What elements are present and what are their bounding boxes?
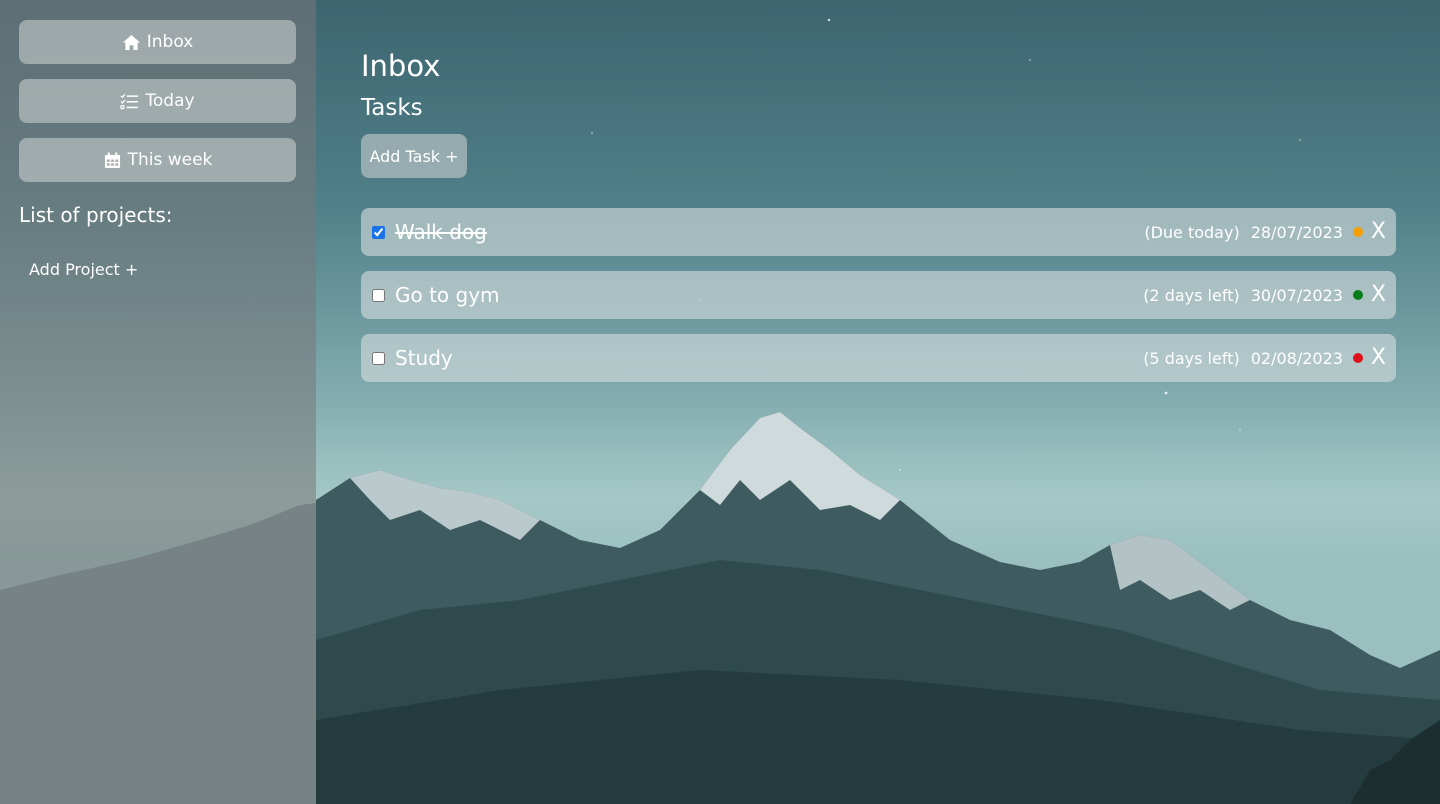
- delete-task-button[interactable]: X: [1371, 284, 1386, 306]
- task-time-remaining: (2 days left): [1143, 285, 1240, 305]
- task-due-date: 02/08/2023: [1250, 348, 1343, 368]
- task-complete-checkbox[interactable]: [372, 351, 385, 365]
- priority-dot-icon: [1352, 227, 1363, 237]
- calendar-icon: [104, 151, 120, 168]
- main-content: Inbox Tasks Add Task + Walk dog (Due tod…: [361, 48, 1396, 397]
- task-due-date: 28/07/2023: [1250, 222, 1343, 242]
- task-list: Walk dog (Due today) 28/07/2023 X Go to …: [361, 208, 1396, 382]
- task-complete-checkbox[interactable]: [372, 288, 385, 302]
- task-name: Go to gym: [395, 283, 500, 307]
- nav-today-button[interactable]: Today: [19, 79, 296, 123]
- nav-inbox-button[interactable]: Inbox: [19, 20, 296, 64]
- task-name: Study: [395, 346, 453, 370]
- priority-dot-icon: [1352, 353, 1363, 363]
- checklist-icon: [120, 93, 139, 109]
- delete-task-button[interactable]: X: [1371, 221, 1386, 243]
- task-name: Walk dog: [395, 220, 487, 244]
- task-time-remaining: (5 days left): [1143, 348, 1240, 368]
- projects-heading: List of projects:: [19, 203, 173, 227]
- nav-this-week-button[interactable]: This week: [19, 138, 296, 182]
- nav-this-week-label: This week: [127, 150, 213, 170]
- nav-today-label: Today: [145, 91, 195, 111]
- task-time-remaining: (Due today): [1144, 222, 1240, 242]
- add-task-button[interactable]: Add Task +: [361, 134, 467, 178]
- task-row: Study (5 days left) 02/08/2023 X: [361, 334, 1396, 382]
- add-project-button[interactable]: Add Project +: [29, 260, 138, 279]
- task-complete-checkbox[interactable]: [372, 225, 385, 239]
- task-due-date: 30/07/2023: [1250, 285, 1343, 305]
- nav-inbox-label: Inbox: [146, 32, 194, 52]
- task-row: Walk dog (Due today) 28/07/2023 X: [361, 208, 1396, 256]
- delete-task-button[interactable]: X: [1371, 347, 1386, 369]
- home-icon: [122, 34, 140, 50]
- priority-dot-icon: [1352, 290, 1363, 300]
- page-title: Inbox: [361, 49, 441, 83]
- sidebar: Inbox Today This week List of projects: …: [0, 0, 316, 804]
- app-root: Inbox Today This week List of projects: …: [0, 0, 1440, 804]
- task-row: Go to gym (2 days left) 30/07/2023 X: [361, 271, 1396, 319]
- tasks-heading: Tasks: [361, 95, 423, 121]
